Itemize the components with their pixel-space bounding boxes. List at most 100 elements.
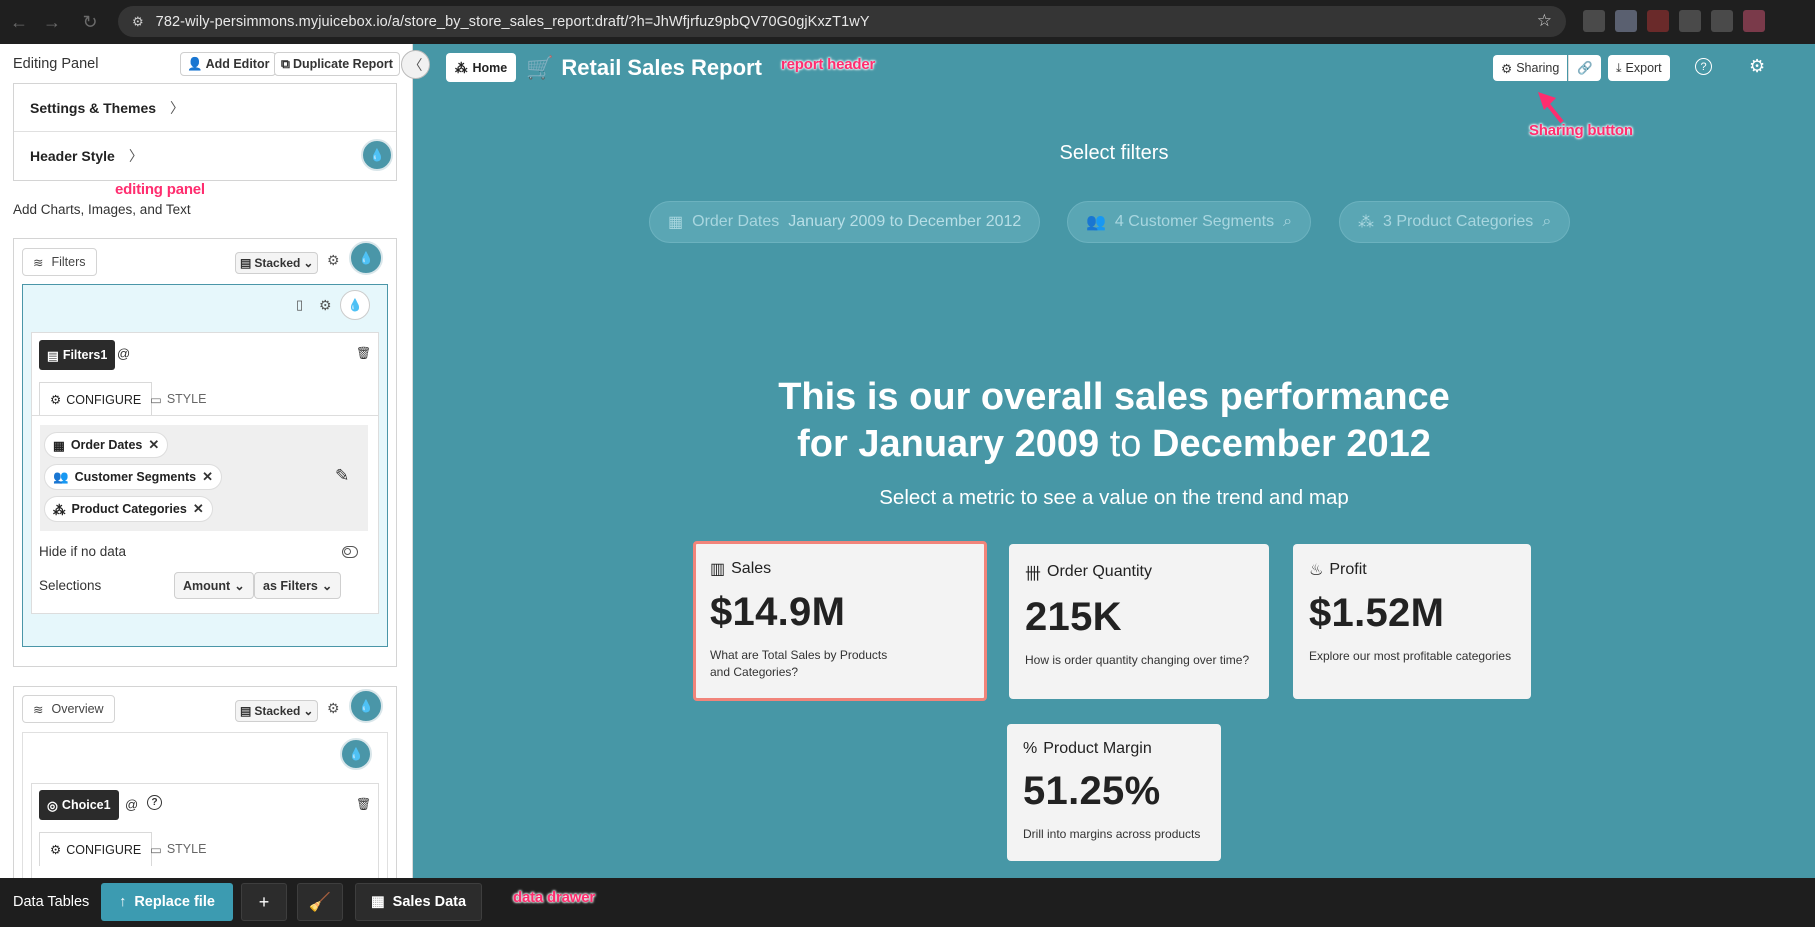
style-drop-icon[interactable]: 💧 bbox=[361, 139, 393, 171]
extension-icon[interactable] bbox=[1743, 10, 1765, 32]
users-icon: 👥 bbox=[53, 469, 69, 484]
filter-chip-customer-segments[interactable]: 👥 Customer Segments ✕ bbox=[44, 464, 223, 490]
customer-segments-filter[interactable]: 👥 4 Customer Segments ⌕ bbox=[1067, 201, 1312, 243]
product-categories-filter[interactable]: ⁂ 3 Product Categories ⌕ bbox=[1339, 201, 1571, 243]
extension-icon[interactable] bbox=[1647, 10, 1669, 32]
forward-arrow-icon[interactable]: → bbox=[39, 9, 65, 35]
filters-block: ▯ ⚙ 💧 ▤Filters1 @ 🗑 ⚙CONFIGURE ▭STYLE bbox=[22, 284, 388, 647]
filters1-chip[interactable]: ▤ Filters1 bbox=[39, 340, 116, 370]
report-subheadline: Select a metric to see a value on the tr… bbox=[879, 486, 1349, 509]
extension-icon[interactable] bbox=[1583, 10, 1605, 32]
reload-icon[interactable]: ↻ bbox=[77, 9, 103, 35]
tab-style[interactable]: ▭ STYLE bbox=[140, 382, 216, 416]
help-icon[interactable]: ? bbox=[147, 795, 162, 810]
at-icon[interactable]: @ bbox=[117, 346, 130, 361]
report-title: 🛒 Retail Sales Report bbox=[526, 55, 762, 80]
collapse-panel-button[interactable]: 〈 bbox=[401, 50, 430, 79]
extension-icon[interactable] bbox=[1711, 10, 1733, 32]
close-icon[interactable]: ✕ bbox=[193, 501, 204, 517]
upload-arrow-icon: ↑ bbox=[119, 894, 127, 910]
add-table-button[interactable]: + bbox=[241, 883, 287, 921]
gear-icon: ⚙ bbox=[1501, 61, 1513, 76]
hide-if-no-data-toggle[interactable] bbox=[342, 546, 358, 558]
filter-chip-product-categories[interactable]: ⁂ Product Categories ✕ bbox=[44, 496, 213, 522]
address-bar[interactable]: ⚙ 782-wily-persimmons.myjuicebox.io/a/st… bbox=[118, 6, 1566, 37]
layout-select[interactable]: ▤ Stacked ⌄ bbox=[235, 252, 319, 274]
filters-section-button[interactable]: ≋ Filters bbox=[22, 248, 97, 276]
extension-icon[interactable] bbox=[1615, 10, 1637, 32]
style-drop-icon[interactable]: 💧 bbox=[340, 738, 372, 770]
trash-icon[interactable]: 🗑 bbox=[356, 797, 371, 811]
clean-data-button[interactable]: 🧹 bbox=[297, 883, 343, 921]
choice-icon: ◎ bbox=[47, 798, 58, 813]
data-tables-label: Data Tables bbox=[13, 894, 90, 910]
site-settings-icon[interactable]: ⚙ bbox=[132, 14, 144, 30]
tab-style[interactable]: ▭ STYLE bbox=[140, 832, 216, 866]
gear-icon[interactable]: ⚙ bbox=[327, 700, 340, 717]
sharing-button[interactable]: ⚙ Sharing bbox=[1493, 55, 1568, 81]
filter-doc-icon: ▤ bbox=[47, 348, 59, 363]
link-button[interactable]: 🔗 bbox=[1568, 55, 1601, 81]
home-button[interactable]: ⁂ Home bbox=[446, 53, 517, 82]
trash-icon[interactable]: 🗑 bbox=[356, 346, 371, 360]
settings-themes-row[interactable]: Settings & Themes 〉 bbox=[14, 84, 396, 132]
calculator-icon[interactable]: ▯ bbox=[296, 297, 303, 313]
filters-section: ≋ Filters ▤ Stacked ⌄ ⚙ 💧 ▯ ⚙ 💧 ▤ Filters1 @… bbox=[13, 238, 397, 667]
amount-select[interactable]: Amount ⌄ bbox=[174, 572, 254, 599]
editing-panel-title: Editing Panel bbox=[13, 56, 99, 72]
style-icon: ▭ bbox=[150, 842, 162, 857]
back-arrow-icon[interactable]: ← bbox=[6, 9, 32, 35]
editing-panel-annotation: editing panel bbox=[115, 181, 205, 198]
search-icon: ⌕ bbox=[1542, 213, 1552, 230]
tab-configure[interactable]: ⚙ CONFIGURE bbox=[39, 382, 153, 416]
kpi-card-sales[interactable]: ▥ Sales $14.9M What are Total Sales by Pr… bbox=[693, 541, 987, 701]
copy-icon: ⧉ bbox=[281, 56, 290, 71]
layout-select[interactable]: ▤ Stacked ⌄ bbox=[235, 700, 319, 722]
export-button[interactable]: ⤓ Export bbox=[1608, 55, 1670, 81]
gear-icon[interactable]: ⚙ bbox=[1749, 56, 1765, 77]
sharing-button-annotation: Sharing button bbox=[1529, 122, 1633, 139]
as-filters-select[interactable]: as Filters ⌄ bbox=[254, 572, 342, 599]
cart-icon: 🛒 bbox=[526, 55, 554, 80]
chevron-down-icon: ⌄ bbox=[303, 256, 314, 270]
help-icon[interactable]: ? bbox=[1695, 58, 1712, 75]
user-icon: 👤 bbox=[187, 56, 203, 71]
style-drop-icon[interactable]: 💧 bbox=[349, 689, 383, 723]
overview-section: ≋ Overview ▤ Stacked ⌄ ⚙ 💧 💧 ◎ Choice1 @ ? 🗑… bbox=[13, 686, 397, 878]
kpi-card-product-margin[interactable]: % Product Margin 51.25% Drill into margin… bbox=[1007, 724, 1221, 861]
at-icon[interactable]: @ bbox=[125, 797, 138, 812]
report-header-annotation: report header bbox=[781, 56, 876, 73]
overview-block: 💧 ◎ Choice1 @ ? 🗑 ⚙ CONFIGURE ▭ STYLE bbox=[22, 732, 388, 878]
chevron-left-icon: 〈 bbox=[408, 56, 423, 73]
style-drop-icon[interactable]: 💧 bbox=[349, 241, 383, 275]
calendar-icon: ▦ bbox=[668, 214, 684, 231]
close-icon[interactable]: ✕ bbox=[148, 437, 159, 453]
order-dates-filter[interactable]: ▦ Order Dates January 2009 to December 2… bbox=[649, 201, 1041, 243]
close-icon[interactable]: ✕ bbox=[202, 469, 213, 485]
kpi-value: 215K bbox=[1025, 595, 1122, 639]
bookmark-star-icon[interactable]: ☆ bbox=[1537, 11, 1552, 31]
gear-icon[interactable]: ⚙ bbox=[319, 297, 332, 314]
hand-coin-icon: ♨ bbox=[1309, 562, 1324, 579]
filter-chip-order-dates[interactable]: ▦ Order Dates ✕ bbox=[44, 432, 169, 458]
choice1-chip[interactable]: ◎ Choice1 bbox=[39, 790, 119, 820]
duplicate-report-button[interactable]: ⧉ Duplicate Report bbox=[274, 52, 400, 76]
arrow-annotation-icon bbox=[1536, 90, 1566, 126]
header-style-row[interactable]: Header Style 〉 💧 bbox=[14, 132, 396, 180]
home-icon: ⁂ bbox=[455, 61, 468, 75]
gear-icon[interactable]: ⚙ bbox=[327, 252, 340, 269]
plus-icon: + bbox=[258, 891, 270, 912]
style-drop-icon[interactable]: 💧 bbox=[340, 290, 370, 320]
pencil-icon[interactable]: ✎ bbox=[335, 466, 349, 486]
kpi-card-order-quantity[interactable]: 卌 Order Quantity 215K How is order quanti… bbox=[1009, 544, 1269, 699]
cubes-icon: ⁂ bbox=[53, 502, 66, 517]
kpi-card-profit[interactable]: ♨ Profit $1.52M Explore our most profitab… bbox=[1293, 544, 1531, 699]
replace-file-button[interactable]: ↑ Replace file bbox=[101, 883, 233, 921]
tab-configure[interactable]: ⚙ CONFIGURE bbox=[39, 832, 153, 866]
overview-section-button[interactable]: ≋ Overview bbox=[22, 695, 115, 723]
percent-icon: % bbox=[1023, 740, 1038, 757]
add-editor-button[interactable]: 👤 Add Editor bbox=[180, 52, 277, 76]
layers-icon: ≋ bbox=[33, 702, 44, 717]
sales-data-table-tab[interactable]: ▦ Sales Data bbox=[355, 883, 482, 921]
extension-icon[interactable] bbox=[1679, 10, 1701, 32]
